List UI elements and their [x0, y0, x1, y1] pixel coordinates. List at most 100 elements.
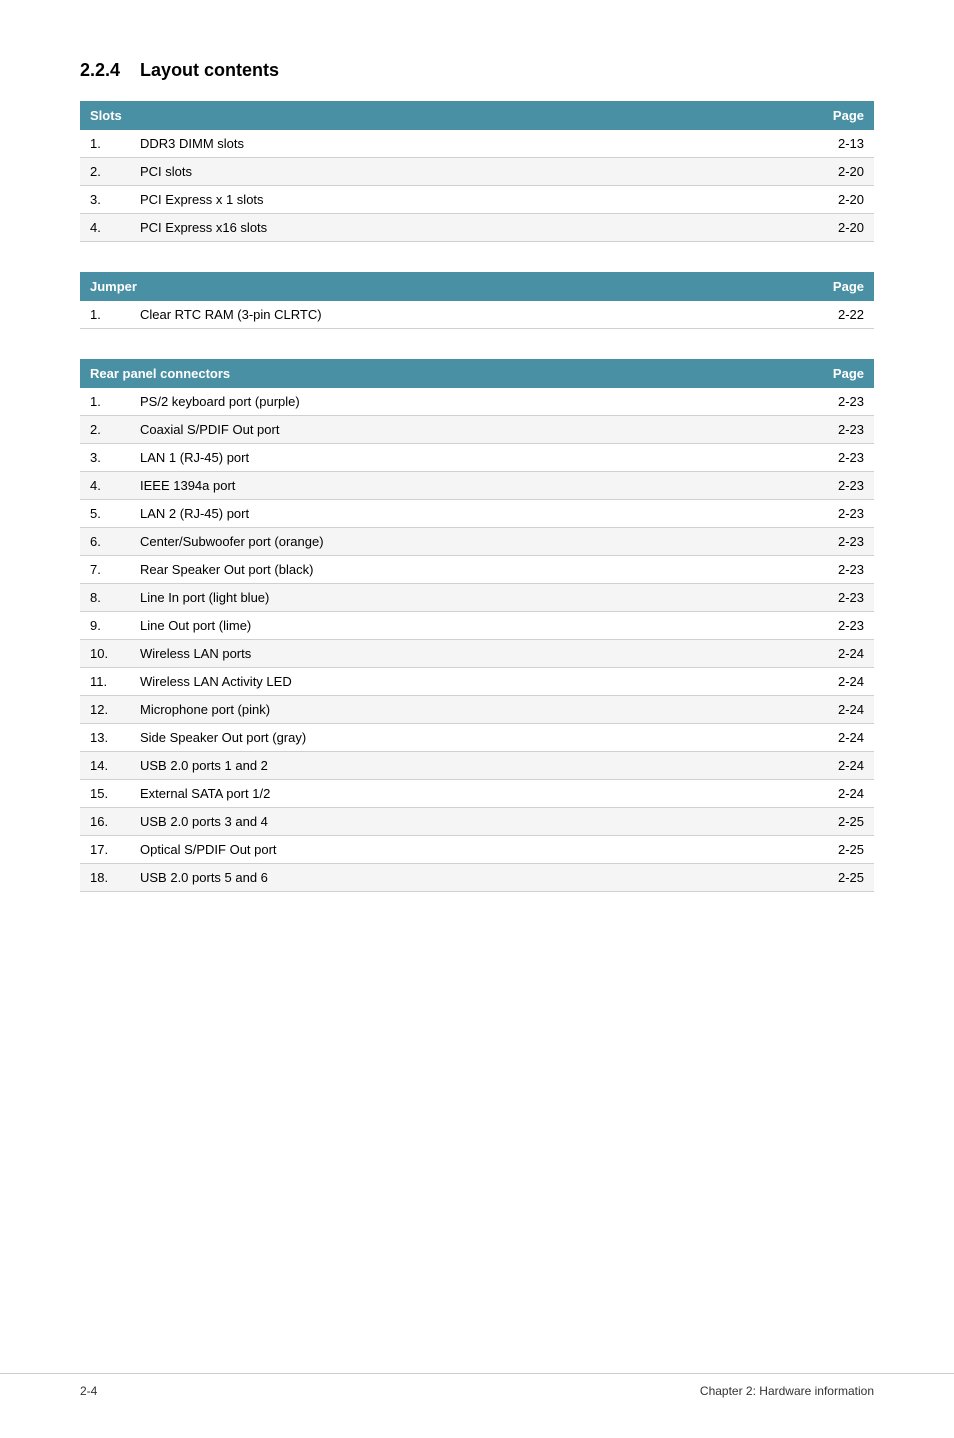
row-description: LAN 2 (RJ-45) port: [130, 500, 814, 528]
row-description: Clear RTC RAM (3-pin CLRTC): [130, 301, 814, 329]
row-page: 2-24: [814, 724, 874, 752]
table-row: 1. Clear RTC RAM (3-pin CLRTC) 2-22: [80, 301, 874, 329]
row-number: 3.: [80, 444, 130, 472]
table-row: 1. DDR3 DIMM slots 2-13: [80, 130, 874, 158]
row-page: 2-23: [814, 416, 874, 444]
row-page: 2-23: [814, 612, 874, 640]
row-page: 2-23: [814, 584, 874, 612]
row-description: Microphone port (pink): [130, 696, 814, 724]
row-page: 2-25: [814, 836, 874, 864]
slots-table: Slots Page 1. DDR3 DIMM slots 2-13 2. PC…: [80, 101, 874, 242]
rear-panel-header-label: Rear panel connectors: [80, 359, 814, 388]
jumper-table: Jumper Page 1. Clear RTC RAM (3-pin CLRT…: [80, 272, 874, 329]
row-number: 1.: [80, 130, 130, 158]
row-number: 1.: [80, 388, 130, 416]
row-page: 2-24: [814, 640, 874, 668]
row-page: 2-24: [814, 780, 874, 808]
row-page: 2-24: [814, 752, 874, 780]
slots-header-label: Slots: [80, 101, 814, 130]
page-footer: 2-4 Chapter 2: Hardware information: [0, 1373, 954, 1408]
row-description: Wireless LAN Activity LED: [130, 668, 814, 696]
section-title-text: Layout contents: [140, 60, 279, 80]
slots-header-page: Page: [814, 101, 874, 130]
row-number: 8.: [80, 584, 130, 612]
row-page: 2-23: [814, 556, 874, 584]
rear-panel-header-page: Page: [814, 359, 874, 388]
row-number: 1.: [80, 301, 130, 329]
table-row: 2. PCI slots 2-20: [80, 158, 874, 186]
row-description: IEEE 1394a port: [130, 472, 814, 500]
row-description: Rear Speaker Out port (black): [130, 556, 814, 584]
table-row: 8. Line In port (light blue) 2-23: [80, 584, 874, 612]
row-description: USB 2.0 ports 5 and 6: [130, 864, 814, 892]
row-description: Center/Subwoofer port (orange): [130, 528, 814, 556]
table-row: 9. Line Out port (lime) 2-23: [80, 612, 874, 640]
row-description: PS/2 keyboard port (purple): [130, 388, 814, 416]
table-row: 1. PS/2 keyboard port (purple) 2-23: [80, 388, 874, 416]
row-number: 12.: [80, 696, 130, 724]
row-page: 2-23: [814, 444, 874, 472]
row-number: 13.: [80, 724, 130, 752]
table-row: 13. Side Speaker Out port (gray) 2-24: [80, 724, 874, 752]
table-row: 14. USB 2.0 ports 1 and 2 2-24: [80, 752, 874, 780]
table-row: 11. Wireless LAN Activity LED 2-24: [80, 668, 874, 696]
row-number: 3.: [80, 186, 130, 214]
table-row: 7. Rear Speaker Out port (black) 2-23: [80, 556, 874, 584]
row-description: PCI Express x 1 slots: [130, 186, 814, 214]
table-row: 6. Center/Subwoofer port (orange) 2-23: [80, 528, 874, 556]
row-description: Line Out port (lime): [130, 612, 814, 640]
table-row: 5. LAN 2 (RJ-45) port 2-23: [80, 500, 874, 528]
row-page: 2-20: [814, 158, 874, 186]
row-page: 2-24: [814, 696, 874, 724]
jumper-table-header-row: Jumper Page: [80, 272, 874, 301]
table-row: 3. PCI Express x 1 slots 2-20: [80, 186, 874, 214]
row-page: 2-23: [814, 528, 874, 556]
rear-panel-header-row: Rear panel connectors Page: [80, 359, 874, 388]
row-description: Line In port (light blue): [130, 584, 814, 612]
row-description: USB 2.0 ports 3 and 4: [130, 808, 814, 836]
row-description: Optical S/PDIF Out port: [130, 836, 814, 864]
row-page: 2-24: [814, 668, 874, 696]
row-description: Wireless LAN ports: [130, 640, 814, 668]
table-row: 15. External SATA port 1/2 2-24: [80, 780, 874, 808]
table-row: 12. Microphone port (pink) 2-24: [80, 696, 874, 724]
row-number: 6.: [80, 528, 130, 556]
row-number: 16.: [80, 808, 130, 836]
row-number: 9.: [80, 612, 130, 640]
table-row: 2. Coaxial S/PDIF Out port 2-23: [80, 416, 874, 444]
row-number: 15.: [80, 780, 130, 808]
row-number: 2.: [80, 158, 130, 186]
row-number: 2.: [80, 416, 130, 444]
row-page: 2-25: [814, 808, 874, 836]
section-number: 2.2.4: [80, 60, 120, 80]
row-description: Coaxial S/PDIF Out port: [130, 416, 814, 444]
rear-panel-table: Rear panel connectors Page 1. PS/2 keybo…: [80, 359, 874, 892]
row-description: PCI Express x16 slots: [130, 214, 814, 242]
row-number: 4.: [80, 472, 130, 500]
row-number: 11.: [80, 668, 130, 696]
row-number: 14.: [80, 752, 130, 780]
row-page: 2-20: [814, 186, 874, 214]
row-number: 18.: [80, 864, 130, 892]
table-row: 4. PCI Express x16 slots 2-20: [80, 214, 874, 242]
row-page: 2-22: [814, 301, 874, 329]
table-row: 16. USB 2.0 ports 3 and 4 2-25: [80, 808, 874, 836]
row-number: 5.: [80, 500, 130, 528]
row-number: 10.: [80, 640, 130, 668]
row-description: PCI slots: [130, 158, 814, 186]
row-description: Side Speaker Out port (gray): [130, 724, 814, 752]
row-description: External SATA port 1/2: [130, 780, 814, 808]
footer-chapter-info: Chapter 2: Hardware information: [700, 1384, 874, 1398]
table-row: 4. IEEE 1394a port 2-23: [80, 472, 874, 500]
row-page: 2-20: [814, 214, 874, 242]
row-page: 2-23: [814, 472, 874, 500]
row-number: 7.: [80, 556, 130, 584]
row-page: 2-25: [814, 864, 874, 892]
table-row: 10. Wireless LAN ports 2-24: [80, 640, 874, 668]
table-row: 3. LAN 1 (RJ-45) port 2-23: [80, 444, 874, 472]
row-description: LAN 1 (RJ-45) port: [130, 444, 814, 472]
table-row: 17. Optical S/PDIF Out port 2-25: [80, 836, 874, 864]
jumper-header-label: Jumper: [80, 272, 814, 301]
slots-table-header-row: Slots Page: [80, 101, 874, 130]
table-row: 18. USB 2.0 ports 5 and 6 2-25: [80, 864, 874, 892]
